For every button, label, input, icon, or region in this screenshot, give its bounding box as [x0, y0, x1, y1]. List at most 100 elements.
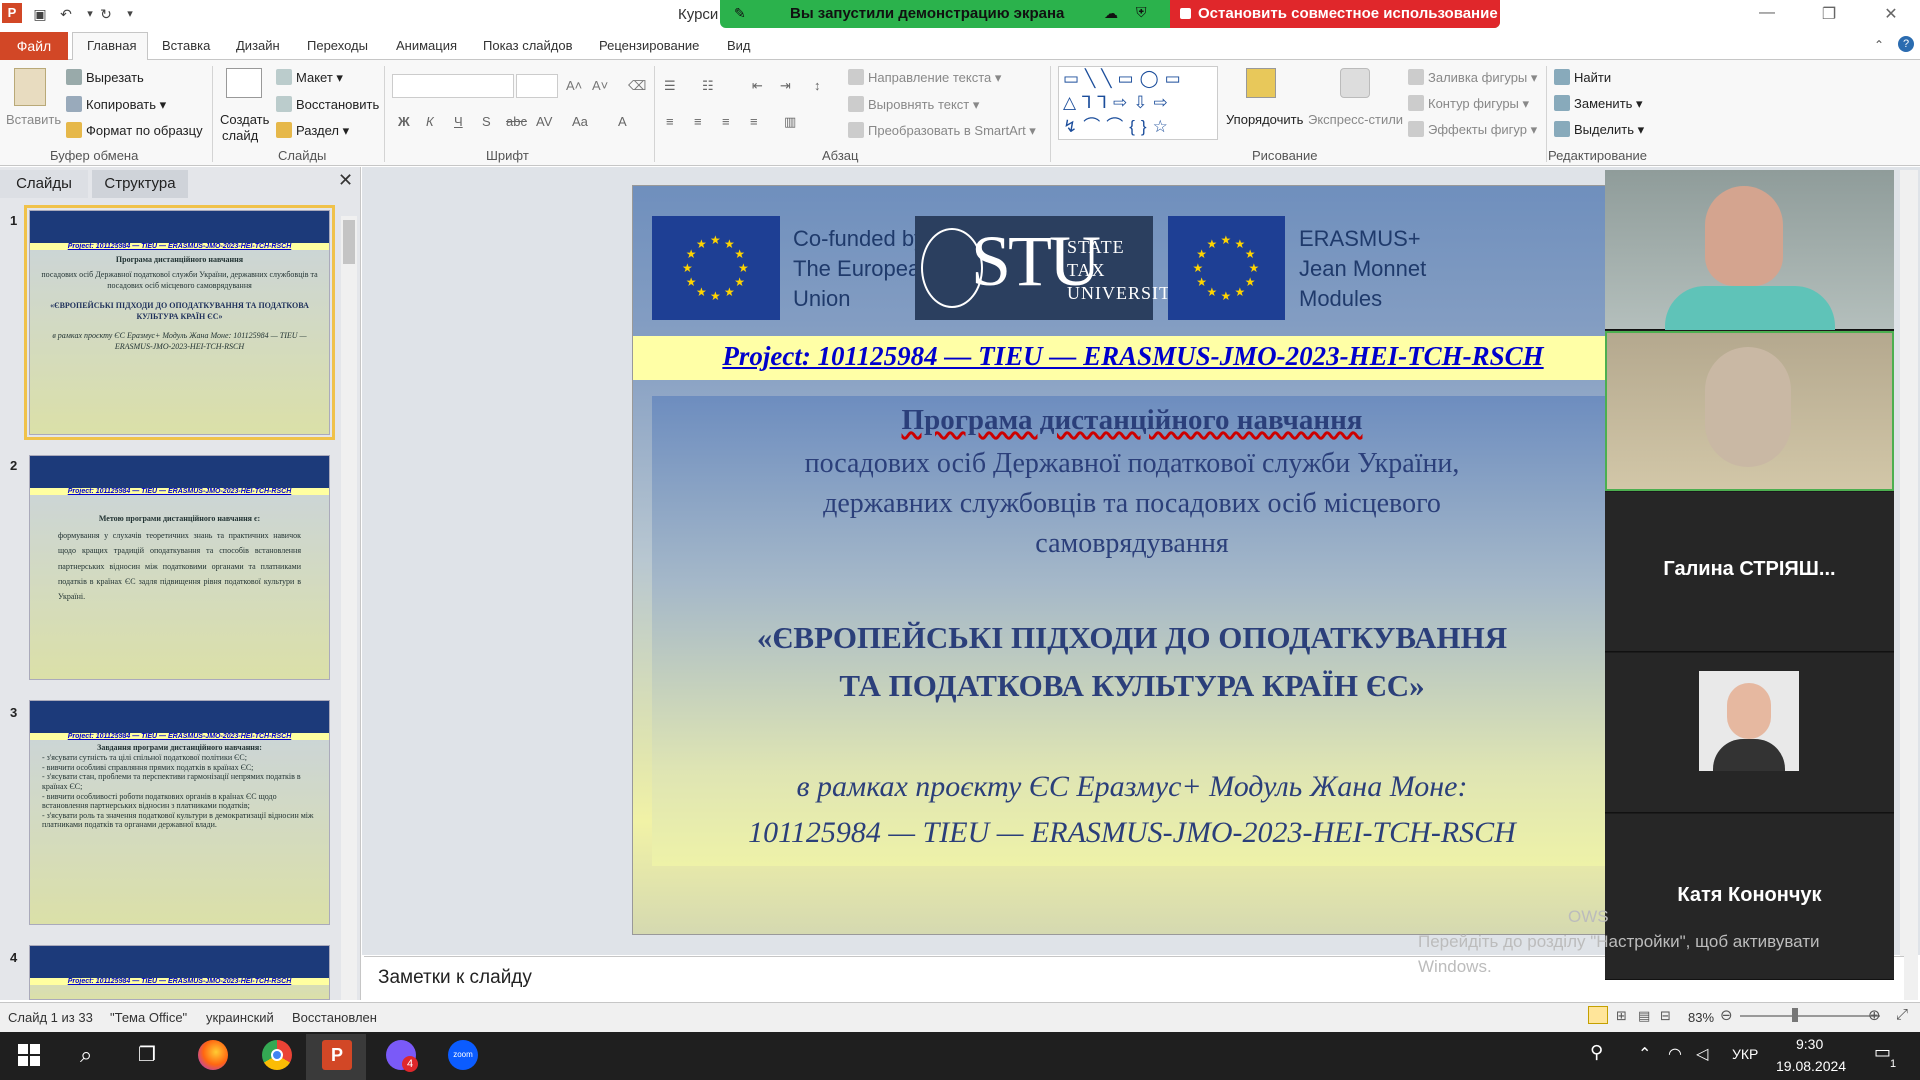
- slide-thumbnail-3[interactable]: Project: 101125984 — TIEU — ERASMUS-JMO-…: [29, 700, 330, 925]
- quick-styles-icon[interactable]: [1340, 68, 1370, 98]
- slide-content-box[interactable]: Програма дистанційного навчання посадови…: [652, 396, 1631, 866]
- search-icon[interactable]: ⌕: [80, 1042, 92, 1068]
- case-button[interactable]: Aa: [572, 114, 588, 129]
- save-icon[interactable]: ▣: [30, 4, 50, 24]
- undo-icon[interactable]: ↶: [56, 4, 76, 24]
- panel-scrollbar[interactable]: [341, 216, 357, 1000]
- arrange-button[interactable]: Упорядочить: [1226, 112, 1303, 127]
- align-left-icon[interactable]: ≡: [666, 114, 674, 129]
- copy-button[interactable]: Копировать ▾: [66, 96, 166, 113]
- justify-icon[interactable]: ≡: [750, 114, 758, 129]
- format-painter-button[interactable]: Формат по образцу: [66, 122, 203, 138]
- shapes-gallery[interactable]: ▭╲╲▭◯▭ △⅂⅂⇨⇩⇨ ↯⌒⌒{}☆: [1058, 66, 1218, 140]
- font-color-button[interactable]: A: [618, 114, 627, 129]
- slide-thumbnail-2[interactable]: Project: 101125984 — TIEU — ERASMUS-JMO-…: [29, 455, 330, 680]
- align-text-button[interactable]: Выровнять текст ▾: [848, 96, 979, 113]
- reset-button[interactable]: Восстановить: [276, 96, 379, 112]
- customize-qat-icon[interactable]: ▾: [120, 4, 140, 24]
- main-scrollbar[interactable]: [1900, 170, 1918, 1000]
- close-panel-icon[interactable]: ✕: [338, 170, 353, 191]
- tab-insert[interactable]: Вставка: [162, 38, 210, 53]
- participant-video-1[interactable]: [1605, 170, 1894, 330]
- maximize-button[interactable]: ❐: [1814, 4, 1844, 24]
- shape-outline-button[interactable]: Контур фигуры ▾: [1408, 95, 1529, 112]
- line-spacing-icon[interactable]: ↕: [814, 78, 821, 93]
- task-view-icon[interactable]: ❐: [138, 1042, 156, 1067]
- slideshow-view-icon[interactable]: ⊟: [1660, 1008, 1671, 1024]
- tab-file[interactable]: Файл: [0, 32, 68, 60]
- tab-slideshow[interactable]: Показ слайдов: [483, 38, 573, 53]
- arrange-icon[interactable]: [1246, 68, 1276, 98]
- new-slide-icon[interactable]: [226, 68, 262, 98]
- shape-effects-button[interactable]: Эффекты фигур ▾: [1408, 121, 1537, 138]
- windows-start-icon[interactable]: [18, 1044, 40, 1066]
- clock-date[interactable]: 19.08.2024: [1776, 1058, 1846, 1074]
- shape-fill-button[interactable]: Заливка фигуры ▾: [1408, 69, 1537, 86]
- bold-button[interactable]: Ж: [398, 114, 410, 129]
- tab-design[interactable]: Дизайн: [236, 38, 280, 53]
- tab-animation[interactable]: Анимация: [396, 38, 457, 53]
- italic-button[interactable]: К: [426, 114, 434, 129]
- normal-view-icon[interactable]: [1588, 1006, 1608, 1024]
- reading-view-icon[interactable]: ▤: [1638, 1008, 1650, 1024]
- paste-button[interactable]: Вставить: [6, 112, 61, 127]
- font-family-select[interactable]: [392, 74, 514, 98]
- align-right-icon[interactable]: ≡: [722, 114, 730, 129]
- section-button[interactable]: Раздел ▾: [276, 122, 349, 139]
- cut-button[interactable]: Вырезать: [66, 69, 144, 85]
- tab-outline[interactable]: Структура: [92, 170, 188, 198]
- redo-icon[interactable]: ↻: [96, 4, 116, 24]
- clock-time[interactable]: 9:30: [1796, 1036, 1823, 1052]
- new-slide-label-1[interactable]: Создать: [220, 112, 269, 127]
- chrome-icon[interactable]: [262, 1040, 292, 1070]
- spacing-button[interactable]: AV: [536, 114, 552, 129]
- underline-button[interactable]: Ч: [454, 114, 463, 129]
- quick-styles-button[interactable]: Экспресс-стили: [1308, 112, 1403, 127]
- participant-tile-4[interactable]: [1605, 653, 1894, 813]
- zoom-level[interactable]: 83%: [1688, 1010, 1714, 1025]
- text-direction-button[interactable]: Направление текста ▾: [848, 69, 1001, 86]
- layout-button[interactable]: Макет ▾: [276, 69, 343, 86]
- tray-chevron-icon[interactable]: ⌃: [1638, 1044, 1651, 1064]
- replace-button[interactable]: Заменить ▾: [1554, 95, 1643, 112]
- share-pin-icon[interactable]: ✎: [734, 5, 746, 22]
- powerpoint-taskbar-icon[interactable]: P: [322, 1040, 352, 1070]
- increase-indent-icon[interactable]: ⇥: [780, 78, 791, 94]
- volume-icon[interactable]: ◁: [1696, 1044, 1708, 1064]
- minimize-button[interactable]: —: [1752, 4, 1782, 22]
- bullets-icon[interactable]: ☰: [664, 78, 676, 94]
- stop-share-button[interactable]: Остановить совместное использование: [1170, 0, 1500, 28]
- slide-thumbnail-1[interactable]: Project: 101125984 — TIEU — ERASMUS-JMO-…: [24, 205, 335, 440]
- paste-icon[interactable]: [14, 68, 46, 106]
- zoom-slider[interactable]: [1740, 1015, 1880, 1017]
- tab-home[interactable]: Главная: [87, 38, 136, 53]
- zoom-in-icon[interactable]: ⊕: [1868, 1006, 1881, 1024]
- participant-video-2[interactable]: [1605, 331, 1894, 491]
- panel-scroll-thumb[interactable]: [343, 220, 355, 264]
- zoom-slider-thumb[interactable]: [1792, 1008, 1798, 1022]
- input-language[interactable]: УКР: [1732, 1046, 1758, 1062]
- project-link[interactable]: Project: 101125984 — TIEU — ERASMUS-JMO-…: [633, 341, 1631, 372]
- tab-review[interactable]: Рецензирование: [599, 38, 699, 53]
- participant-tile-3[interactable]: Галина СТРІЯШ...: [1605, 492, 1894, 652]
- sorter-view-icon[interactable]: ⊞: [1616, 1008, 1627, 1024]
- people-icon[interactable]: ⚲: [1590, 1042, 1603, 1063]
- font-grow-icon[interactable]: A˄: [566, 78, 582, 93]
- slide-thumbnail-4[interactable]: Project: 101125984 — TIEU — ERASMUS-JMO-…: [29, 945, 330, 1000]
- columns-icon[interactable]: ▥: [784, 114, 796, 130]
- collapse-ribbon-icon[interactable]: ⌃: [1874, 38, 1884, 52]
- font-shrink-icon[interactable]: A˅: [592, 78, 608, 93]
- strikethrough-button[interactable]: abc: [506, 114, 527, 129]
- align-center-icon[interactable]: ≡: [694, 114, 702, 129]
- select-button[interactable]: Выделить ▾: [1554, 121, 1644, 138]
- current-slide[interactable]: ★ ★ ★ ★ ★ ★ ★ ★ ★ ★ ★ ★ Co-funded by The European U…: [632, 185, 1632, 935]
- wifi-icon[interactable]: ◠: [1668, 1044, 1682, 1064]
- help-icon[interactable]: ?: [1898, 36, 1914, 52]
- action-center-icon[interactable]: ▭: [1874, 1042, 1891, 1063]
- shadow-button[interactable]: S: [482, 114, 491, 129]
- find-button[interactable]: Найти: [1554, 69, 1611, 85]
- smartart-button[interactable]: Преобразовать в SmartArt ▾: [848, 122, 1036, 139]
- decrease-indent-icon[interactable]: ⇤: [752, 78, 763, 94]
- zoom-icon[interactable]: zoom: [448, 1040, 478, 1070]
- powerpoint-logo-icon[interactable]: P: [2, 3, 22, 23]
